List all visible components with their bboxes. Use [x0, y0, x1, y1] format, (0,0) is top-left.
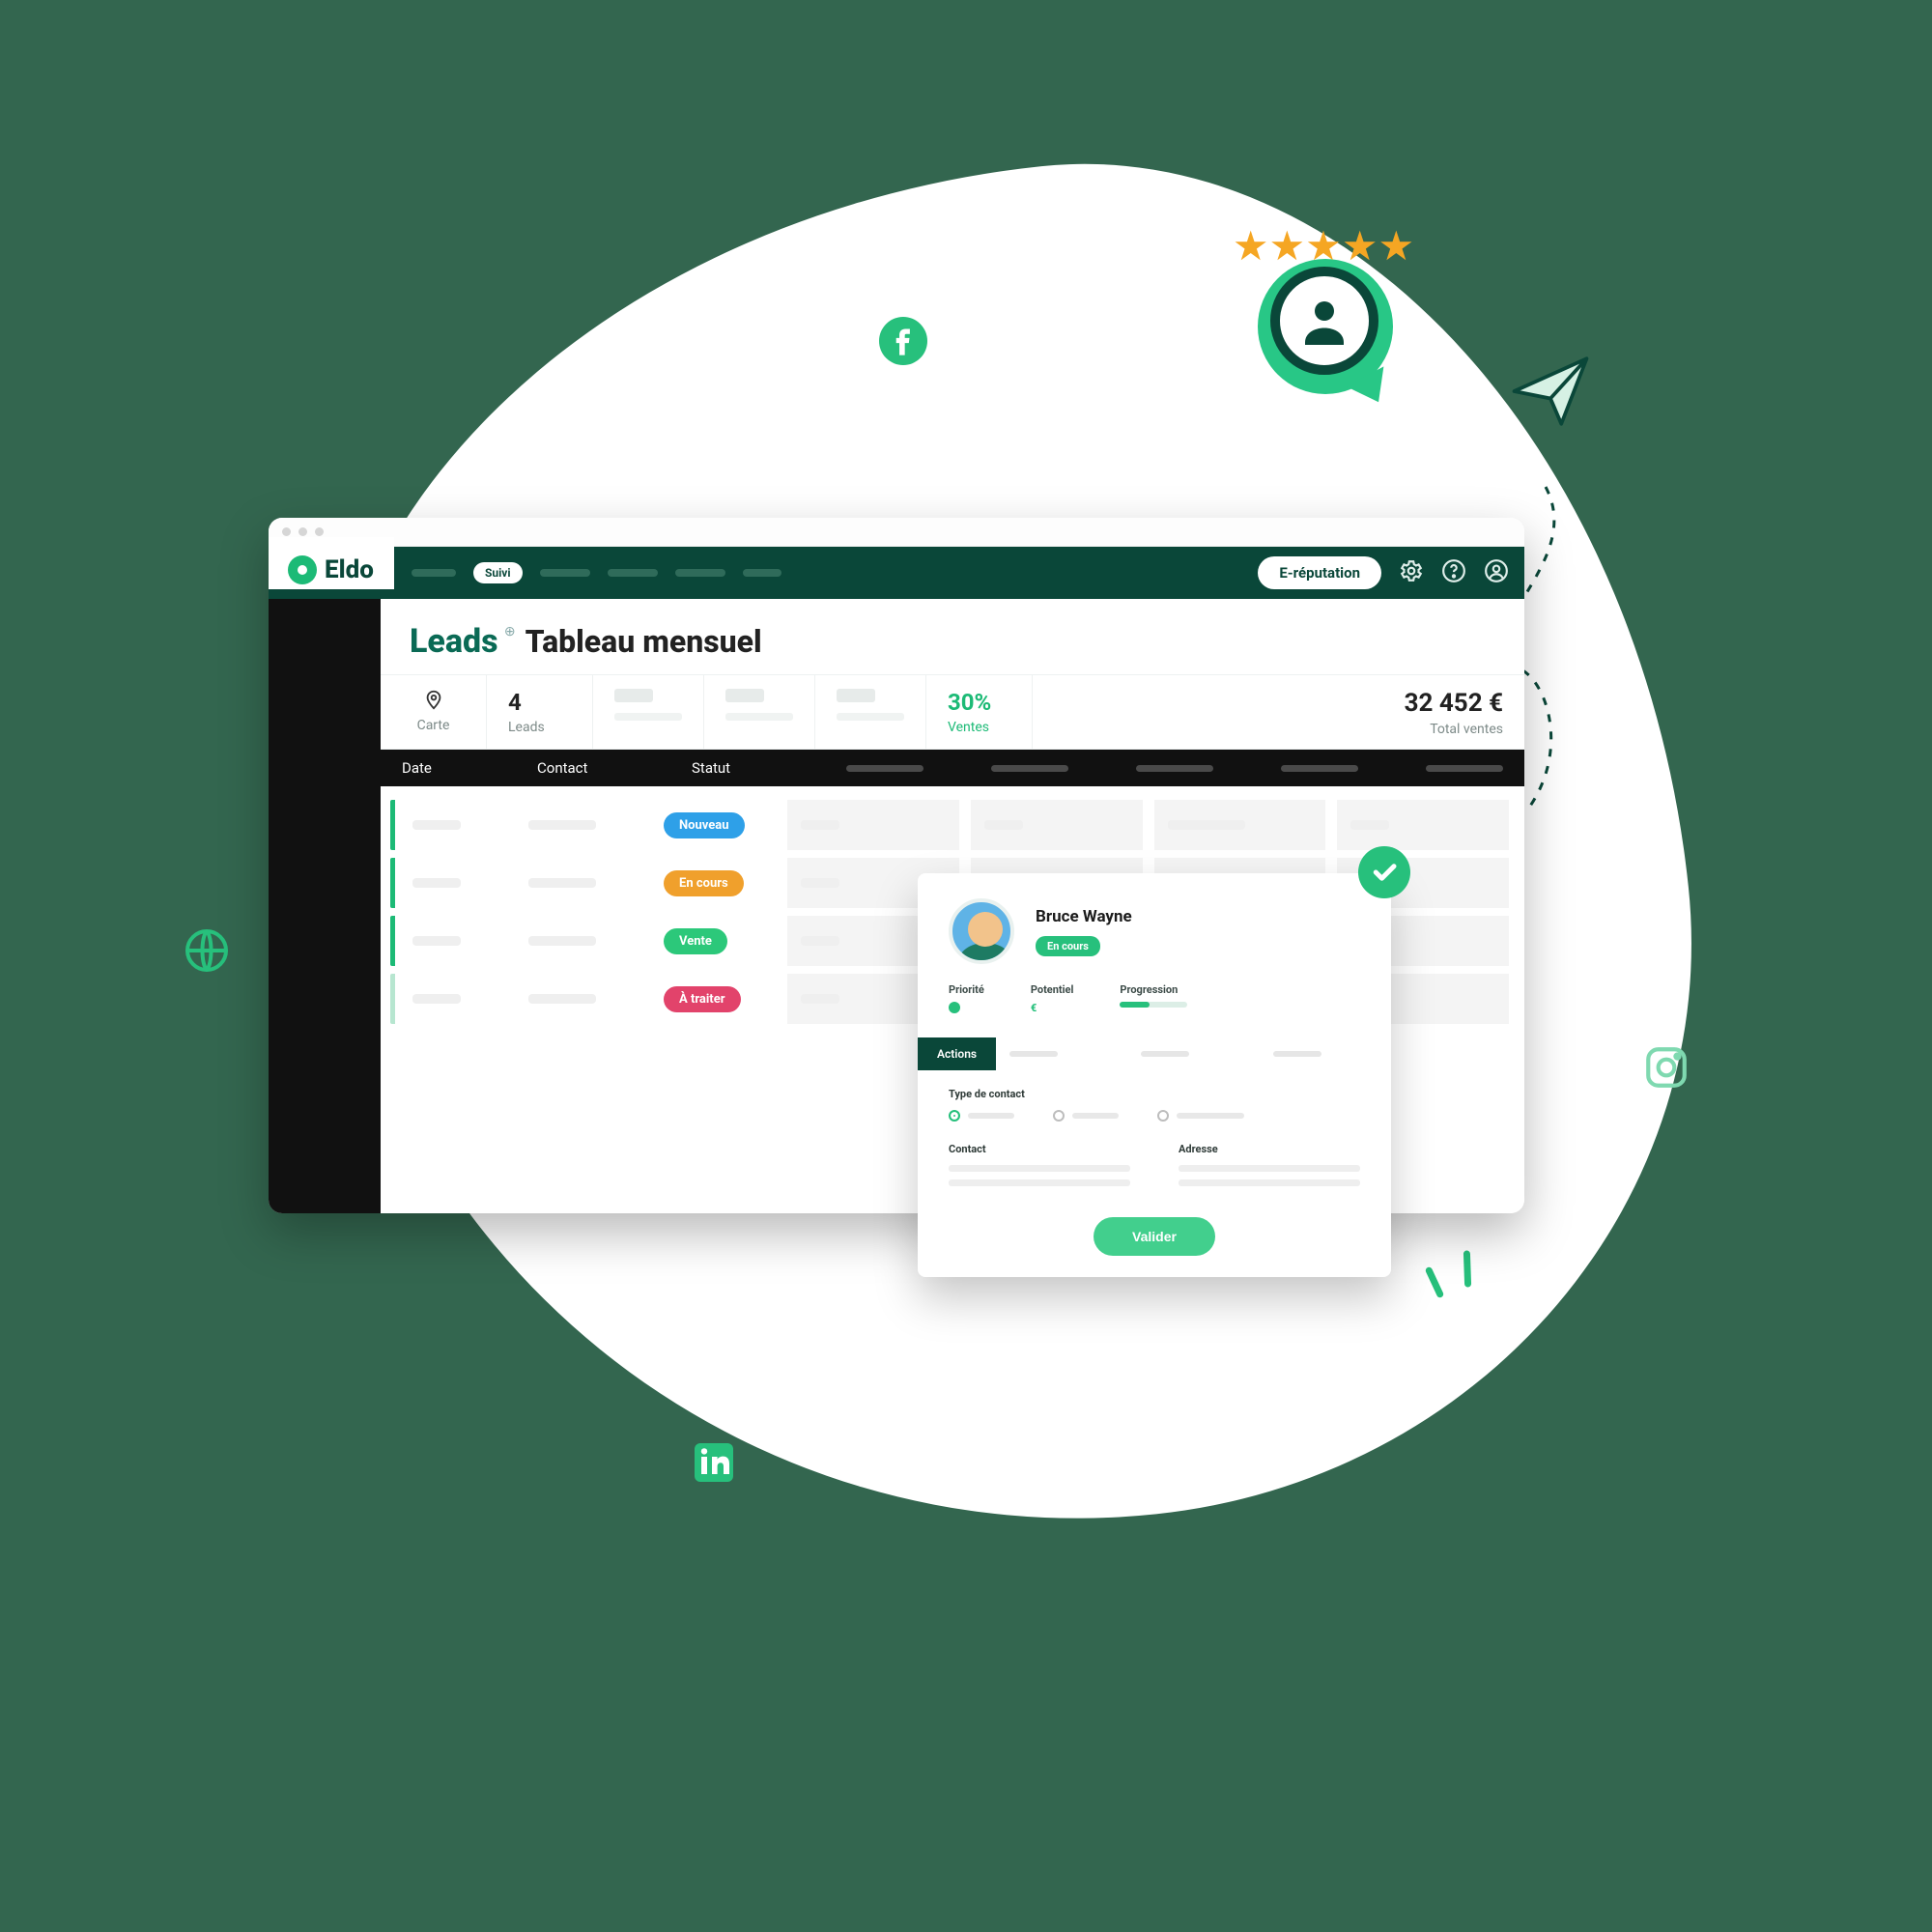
- brand-name: Eldo: [325, 555, 374, 584]
- col-placeholder: [1281, 765, 1358, 772]
- input-placeholder[interactable]: [949, 1165, 1130, 1172]
- page-subtitle: Tableau mensuel: [526, 623, 762, 660]
- window-dot: [282, 527, 291, 536]
- col-placeholder: [1136, 765, 1213, 772]
- avatar: [949, 898, 1014, 964]
- status-chip-sale: Vente: [664, 928, 727, 954]
- contact-type-label: Type de contact: [949, 1088, 1360, 1100]
- status-chip-to-process: À traiter: [664, 986, 741, 1012]
- progress-label: Progression: [1120, 983, 1187, 996]
- nav-item[interactable]: [412, 569, 456, 577]
- kpi-map[interactable]: Carte: [381, 675, 487, 749]
- tab-placeholder[interactable]: [996, 1037, 1127, 1070]
- radio-option[interactable]: [1157, 1110, 1244, 1122]
- paper-plane-icon: [1507, 348, 1594, 435]
- kpi-placeholder: [815, 675, 926, 749]
- contact-label: Contact: [949, 1143, 1130, 1155]
- col-placeholder: [991, 765, 1068, 772]
- brand-logo[interactable]: Eldo: [269, 537, 394, 589]
- status-chip-in-progress: En cours: [664, 870, 744, 896]
- user-icon[interactable]: [1484, 558, 1509, 587]
- globe-icon: [184, 927, 230, 974]
- priority-label: Priorité: [949, 983, 984, 996]
- gear-icon[interactable]: [1399, 558, 1424, 587]
- col-contact: Contact: [537, 759, 624, 777]
- nav-item[interactable]: [540, 569, 590, 577]
- window-dot: [298, 527, 307, 536]
- ereputation-button[interactable]: E-réputation: [1258, 556, 1381, 589]
- radio-option[interactable]: [949, 1110, 1014, 1122]
- logo-icon: [288, 555, 317, 584]
- kpi-total: 32 452 € Total ventes: [1033, 675, 1524, 749]
- nav-item[interactable]: [675, 569, 725, 577]
- address-label: Adresse: [1179, 1143, 1360, 1155]
- table-header: Date Contact Statut: [381, 750, 1524, 786]
- col-placeholder: [1426, 765, 1503, 772]
- nav-item[interactable]: [608, 569, 658, 577]
- tab-placeholder[interactable]: [1260, 1037, 1391, 1070]
- kpi-row: Carte 4 Leads 30% Ventes 32 452 € Total …: [381, 674, 1524, 750]
- input-placeholder[interactable]: [949, 1179, 1130, 1186]
- nav-item-active[interactable]: Suivi: [473, 562, 523, 583]
- validate-button[interactable]: Valider: [1094, 1217, 1215, 1256]
- stars-icon: ★★★★★: [1217, 222, 1430, 270]
- input-placeholder[interactable]: [1179, 1179, 1360, 1186]
- input-placeholder[interactable]: [1179, 1165, 1360, 1172]
- col-placeholder: [846, 765, 923, 772]
- kpi-sales: 30% Ventes: [926, 675, 1033, 749]
- linkedin-icon: [691, 1439, 737, 1486]
- tab-placeholder[interactable]: [1127, 1037, 1259, 1070]
- table-row[interactable]: Nouveau: [390, 800, 1515, 850]
- instagram-icon: [1642, 1043, 1690, 1092]
- status-chip-new: Nouveau: [664, 812, 745, 838]
- sidebar: [269, 599, 381, 1213]
- lead-status-chip: En cours: [1036, 936, 1100, 956]
- page-title: Leads⊕: [410, 622, 498, 661]
- window-titlebar: [269, 518, 1524, 547]
- rating-avatar-badge: ★★★★★: [1217, 222, 1430, 396]
- potential-value: €: [1031, 1002, 1074, 1014]
- kpi-placeholder: [593, 675, 704, 749]
- lead-name: Bruce Wayne: [1036, 907, 1132, 926]
- pin-icon: [402, 689, 465, 714]
- facebook-icon: [879, 317, 927, 365]
- radio-option[interactable]: [1053, 1110, 1119, 1122]
- progress-bar: [1120, 1002, 1187, 1008]
- nav-item[interactable]: [743, 569, 781, 577]
- kpi-placeholder: [704, 675, 815, 749]
- kpi-leads: 4 Leads: [487, 675, 593, 749]
- potential-label: Potentiel: [1031, 983, 1074, 996]
- accent-stroke: [1463, 1250, 1471, 1287]
- tab-actions[interactable]: Actions: [918, 1037, 996, 1070]
- help-icon[interactable]: [1441, 558, 1466, 587]
- col-status: Statut: [692, 759, 779, 777]
- lead-detail-card: Bruce Wayne En cours Priorité Potentiel …: [918, 873, 1391, 1277]
- priority-dot-icon: [949, 1002, 960, 1013]
- window-dot: [315, 527, 324, 536]
- check-icon: [1358, 846, 1410, 898]
- top-nav: Eldo Suivi E-réputation: [269, 547, 1524, 599]
- col-date: Date: [402, 759, 469, 777]
